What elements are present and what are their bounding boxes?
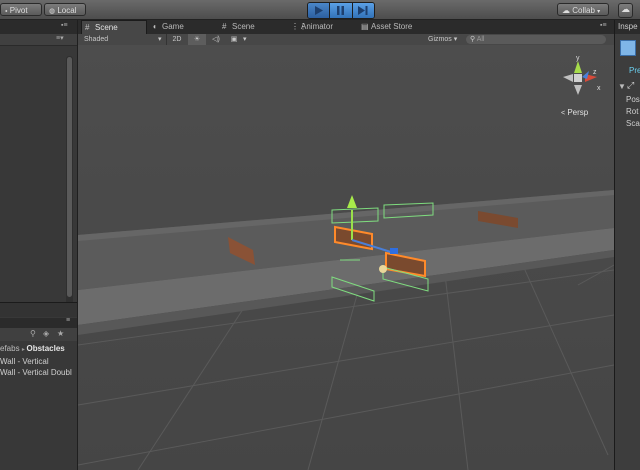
shading-mode-label: Shaded bbox=[84, 36, 109, 43]
play-button[interactable] bbox=[308, 3, 331, 18]
play-controls bbox=[307, 2, 375, 19]
audio-toggle[interactable]: ◁) bbox=[208, 34, 224, 45]
local-toggle[interactable]: ◍ Local bbox=[44, 3, 86, 16]
cloud-icon: ☁ bbox=[562, 6, 570, 15]
asset-store-icon: ▤ bbox=[361, 22, 369, 31]
panel-menu-icon[interactable]: ▪≡ bbox=[61, 22, 68, 29]
tab-label: Scene bbox=[232, 22, 255, 31]
scale-label: Sca bbox=[626, 119, 640, 128]
hierarchy-options-icon[interactable]: ≡▾ bbox=[56, 34, 64, 42]
dropdown-arrow-icon: ▾ bbox=[158, 36, 162, 43]
tab-scene-2[interactable]: # Scene bbox=[219, 20, 285, 34]
tab-asset-store[interactable]: ▤ Asset Store bbox=[358, 20, 438, 34]
breadcrumb-current[interactable]: Obstacles bbox=[27, 344, 65, 353]
search-by-type-icon[interactable]: ⚲ bbox=[30, 329, 36, 338]
cloud-services-button[interactable]: ☁ bbox=[618, 3, 633, 18]
tab-label: Scene bbox=[95, 23, 118, 32]
local-icon: ◍ bbox=[49, 8, 56, 15]
projection-icon: < bbox=[561, 110, 566, 117]
2d-label: 2D bbox=[172, 36, 182, 43]
2d-toggle[interactable]: 2D bbox=[166, 34, 187, 45]
list-item[interactable]: Wall - Vertical bbox=[0, 356, 77, 367]
tab-scene[interactable]: # Scene bbox=[81, 20, 147, 34]
hierarchy-hscroll[interactable] bbox=[0, 302, 77, 317]
prefab-label: Pre bbox=[629, 66, 640, 75]
scene-icon: # bbox=[222, 22, 227, 31]
tab-label: Game bbox=[162, 22, 184, 31]
rotation-label: Rot bbox=[626, 107, 639, 116]
pause-icon bbox=[337, 6, 345, 15]
play-icon bbox=[315, 6, 324, 15]
image-icon: ▣ bbox=[230, 36, 238, 43]
transform-icon: ⤢ bbox=[627, 80, 635, 90]
projection-toggle[interactable]: < Persp bbox=[561, 108, 588, 117]
main-toolbar: ⬩ Pivot ◍ Local ☁ Collab ▾ ☁ bbox=[0, 0, 640, 20]
projection-label: Persp bbox=[567, 108, 589, 117]
hierarchy-scrollbar[interactable] bbox=[66, 56, 73, 314]
search-placeholder: All bbox=[476, 36, 485, 43]
pivot-icon: ⬩ bbox=[5, 8, 8, 15]
editor-tabs: # Scene ◖ Game # Scene ⋮⋮ Animator ▤ Ass… bbox=[78, 20, 614, 35]
axis-x-label: x bbox=[597, 85, 601, 92]
tab-label: Asset Store bbox=[371, 22, 413, 31]
favorite-star-icon[interactable]: ★ bbox=[57, 329, 64, 338]
pause-button[interactable] bbox=[330, 3, 353, 18]
axis-y-label: y bbox=[576, 55, 580, 62]
tab-label: Inspe bbox=[618, 22, 638, 31]
project-header: ≡ bbox=[0, 317, 77, 328]
panel-menu-icon[interactable]: ▪≡ bbox=[600, 22, 607, 29]
pivot-label: Pivot bbox=[9, 6, 28, 15]
axis-z-label: z bbox=[593, 69, 597, 76]
collab-label: Collab bbox=[572, 6, 595, 15]
breadcrumb-parent[interactable]: efabs bbox=[0, 344, 20, 353]
lighting-toggle[interactable]: ☀ bbox=[188, 34, 206, 45]
scene-search-input[interactable]: ⚲ All bbox=[466, 35, 606, 44]
sun-icon: ☀ bbox=[193, 36, 201, 43]
scene-render bbox=[78, 45, 614, 470]
position-label: Pos bbox=[626, 95, 640, 104]
local-label: Local bbox=[57, 6, 77, 15]
speaker-icon: ◁) bbox=[212, 36, 220, 43]
tab-animator[interactable]: ⋮⋮ Animator bbox=[288, 20, 358, 34]
scene-viewport[interactable]: y x z < Persp bbox=[78, 45, 614, 470]
dropdown-arrow-icon: ▾ bbox=[597, 9, 601, 15]
foldout-arrow-icon[interactable]: ▼ bbox=[618, 82, 626, 91]
orientation-gizmo[interactable]: y x z bbox=[553, 55, 603, 105]
tab-game[interactable]: ◖ Game bbox=[149, 20, 211, 34]
transform-fields: Pos Rot Sca bbox=[626, 94, 640, 130]
game-icon: ◖ bbox=[152, 22, 157, 31]
hierarchy-panel: ▪≡ ≡▾ ≡ ⚲ ◈ ★ efabs ▸ Obstacles Wall - V… bbox=[0, 20, 78, 470]
gizmos-label: Gizmos bbox=[428, 36, 452, 43]
dropdown-arrow-icon[interactable]: ▾ bbox=[243, 34, 247, 45]
hierarchy-header: ▪≡ bbox=[0, 20, 77, 35]
panel-menu-icon[interactable]: ≡ bbox=[66, 317, 70, 324]
tab-inspector[interactable]: Inspe bbox=[615, 20, 640, 34]
search-icon: ⚲ bbox=[470, 36, 476, 43]
hierarchy-toolbar: ≡▾ bbox=[0, 34, 77, 46]
inspector-panel: Inspe 🔒 Pre ▼ ⤢ Pos Rot Sca bbox=[614, 20, 640, 470]
project-file-list: Wall - Vertical Wall - Vertical Doubl bbox=[0, 356, 77, 378]
prefab-cube-icon bbox=[620, 40, 636, 56]
scene-icon: # bbox=[85, 23, 90, 32]
project-toolbar: ⚲ ◈ ★ bbox=[0, 328, 77, 341]
pivot-toggle[interactable]: ⬩ Pivot bbox=[0, 3, 42, 16]
dropdown-arrow-icon: ▾ bbox=[453, 36, 458, 43]
list-item[interactable]: Wall - Vertical Doubl bbox=[0, 367, 77, 378]
scrollbar-thumb[interactable] bbox=[67, 57, 72, 297]
cloud-services-icon: ☁ bbox=[621, 4, 630, 14]
step-button[interactable] bbox=[352, 3, 374, 18]
collab-button[interactable]: ☁ Collab ▾ bbox=[557, 3, 609, 16]
effects-toggle[interactable]: ▣ bbox=[226, 34, 242, 45]
step-icon bbox=[358, 6, 368, 15]
animator-icon: ⋮⋮ bbox=[291, 22, 307, 31]
shading-mode-dropdown[interactable]: Shaded ▾ bbox=[84, 34, 166, 45]
label-tag-icon[interactable]: ◈ bbox=[43, 329, 49, 338]
breadcrumb: efabs ▸ Obstacles bbox=[0, 343, 77, 355]
gizmos-dropdown[interactable]: Gizmos ▾ bbox=[428, 34, 464, 45]
